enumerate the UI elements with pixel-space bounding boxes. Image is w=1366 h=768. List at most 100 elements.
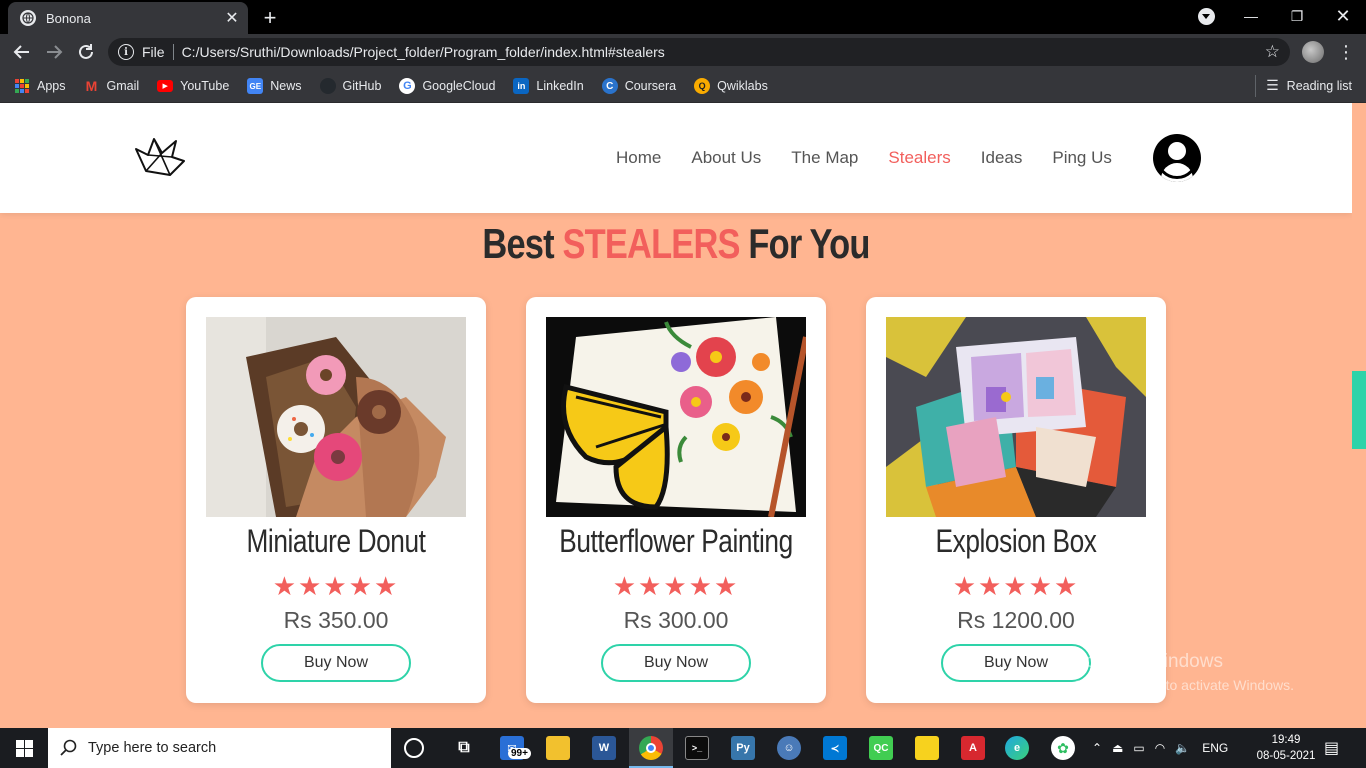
info-icon[interactable]: i (118, 44, 134, 60)
windows-taskbar: Type here to search ⧉ ✉ 99+ W >_ Py ☺ ≺ … (0, 728, 1366, 768)
nav-ping-us[interactable]: Ping Us (1052, 148, 1112, 168)
clock[interactable]: 19:49 08-05-2021 (1254, 732, 1318, 764)
bookmarks-divider (1255, 75, 1256, 97)
cortana-icon[interactable] (404, 738, 424, 758)
rating-stars-icon: ★★★★★ (952, 571, 1080, 601)
reading-list-icon: ☰ (1266, 77, 1279, 93)
profile-avatar[interactable] (1302, 41, 1324, 63)
bookmark-youtube[interactable]: ▶ YouTube (157, 79, 229, 93)
evernote-icon[interactable]: ✿ (1051, 736, 1075, 760)
reading-list-label: Reading list (1286, 78, 1352, 93)
gmail-icon: M (85, 78, 98, 94)
omnibox-divider (172, 44, 174, 60)
nav-stealers[interactable]: Stealers (888, 148, 950, 168)
product-card: Butterflower Painting ★★★★★ Rs 300.00 Bu… (526, 297, 826, 703)
browser-tab[interactable]: Bonona ✕ (8, 2, 248, 34)
system-tray: ⌃ ⏏ ▭ ◠ 🔈 ENG (1092, 728, 1228, 768)
bookmark-github[interactable]: GitHub (319, 78, 382, 94)
product-name: Miniature Donut (246, 523, 426, 559)
forward-button[interactable] (40, 38, 68, 66)
taskbar-search-box[interactable]: Type here to search (48, 728, 391, 768)
section-title-post: For You (739, 220, 870, 267)
buy-now-button[interactable]: Buy Now (261, 644, 411, 682)
battery-icon[interactable]: ▭ (1133, 741, 1144, 755)
nav-the-map[interactable]: The Map (791, 148, 858, 168)
task-view-icon[interactable]: ⧉ (452, 736, 476, 760)
reload-icon (79, 44, 93, 59)
back-button[interactable] (8, 38, 36, 66)
crown-logo-icon[interactable] (132, 135, 188, 177)
python-icon[interactable]: Py (731, 736, 755, 760)
watermark-subtitle: Go to Settings to activate Windows. (1073, 677, 1294, 693)
google-news-icon: GE (247, 78, 264, 94)
bookmark-label: Coursera (624, 79, 677, 93)
bookmark-coursera[interactable]: C Coursera (601, 78, 677, 94)
word-icon[interactable]: W (592, 736, 616, 760)
tab-close-icon[interactable]: ✕ (220, 6, 244, 30)
qwiklabs-icon: Q (694, 78, 711, 94)
url-text[interactable]: C:/Users/Sruthi/Downloads/Project_folder… (182, 44, 1265, 60)
buy-now-button[interactable]: Buy Now (601, 644, 751, 682)
page-scrollbar[interactable] (1352, 103, 1366, 728)
start-button[interactable] (0, 728, 48, 768)
file-explorer-icon[interactable] (546, 736, 570, 760)
section-title-highlight: STEALERS (562, 220, 741, 267)
product-name: Explosion Box (935, 523, 1097, 559)
clock-time: 19:49 (1271, 734, 1301, 746)
product-image-donut (206, 317, 466, 517)
bookmark-googlecloud[interactable]: G GoogleCloud (399, 78, 495, 94)
chrome-icon[interactable] (639, 736, 663, 760)
user-account-icon[interactable] (1153, 134, 1201, 182)
bookmarks-bar: Apps M Gmail ▶ YouTube GE News GitHub G … (0, 70, 1366, 103)
usb-icon[interactable]: ⏏ (1112, 741, 1123, 755)
url-scheme-label: File (142, 44, 165, 60)
new-tab-button[interactable]: + (258, 5, 282, 30)
bookmark-label: GitHub (342, 79, 382, 93)
close-window-button[interactable]: ✕ (1320, 0, 1366, 32)
restore-button[interactable]: ❐ (1274, 0, 1320, 32)
github-icon (319, 78, 336, 94)
edge-icon[interactable]: e (1005, 736, 1029, 760)
sticky-notes-icon[interactable] (915, 736, 939, 760)
buy-now-button[interactable]: Buy Now (941, 644, 1091, 682)
terminal-icon[interactable]: >_ (685, 736, 709, 760)
menu-kebab-icon[interactable]: ⋮ (1336, 42, 1356, 62)
bookmark-qwiklabs[interactable]: Q Qwiklabs (694, 78, 768, 94)
arrow-right-icon (47, 45, 63, 59)
nav-home[interactable]: Home (616, 148, 661, 168)
godot-icon[interactable]: ☺ (777, 736, 801, 760)
minimize-button[interactable]: — (1228, 0, 1274, 32)
bookmark-label: Apps (37, 79, 66, 93)
bookmark-star-icon[interactable]: ☆ (1265, 42, 1280, 62)
nav-ideas[interactable]: Ideas (981, 148, 1023, 168)
bookmark-apps[interactable]: Apps (14, 78, 66, 94)
wifi-icon[interactable]: ◠ (1155, 741, 1165, 755)
qt-creator-icon[interactable]: QC (869, 736, 893, 760)
bookmark-gmail[interactable]: M Gmail (84, 78, 140, 94)
search-icon (60, 739, 77, 756)
chevron-up-icon[interactable]: ⌃ (1092, 741, 1102, 755)
bookmark-linkedin[interactable]: in LinkedIn (513, 78, 584, 94)
tab-search-icon[interactable] (1198, 8, 1215, 25)
acrobat-icon[interactable]: A (961, 736, 985, 760)
volume-icon[interactable]: 🔈 (1175, 741, 1190, 755)
scrollbar-thumb[interactable] (1352, 371, 1366, 449)
globe-icon (20, 10, 36, 26)
nav-about-us[interactable]: About Us (691, 148, 761, 168)
product-image-butterfly (546, 317, 806, 517)
mail-badge: 99+ (508, 748, 531, 759)
bookmark-label: News (270, 79, 302, 93)
reload-button[interactable] (72, 38, 100, 66)
arrow-left-icon (13, 45, 29, 59)
language-indicator[interactable]: ENG (1202, 741, 1228, 755)
reading-list-button[interactable]: ☰ Reading list (1266, 77, 1352, 94)
vscode-icon[interactable]: ≺ (823, 736, 847, 760)
browser-tab-strip: Bonona ✕ + — ❐ ✕ (0, 0, 1366, 34)
address-bar[interactable]: i File C:/Users/Sruthi/Downloads/Project… (108, 38, 1290, 66)
notifications-icon[interactable]: ▤ (1324, 728, 1339, 768)
bookmark-news[interactable]: GE News (247, 78, 302, 94)
bookmark-label: Qwiklabs (717, 79, 768, 93)
site-header: Home About Us The Map Stealers Ideas Pin… (0, 103, 1352, 213)
product-price: Rs 1200.00 (957, 607, 1075, 633)
bookmark-label: LinkedIn (536, 79, 584, 93)
